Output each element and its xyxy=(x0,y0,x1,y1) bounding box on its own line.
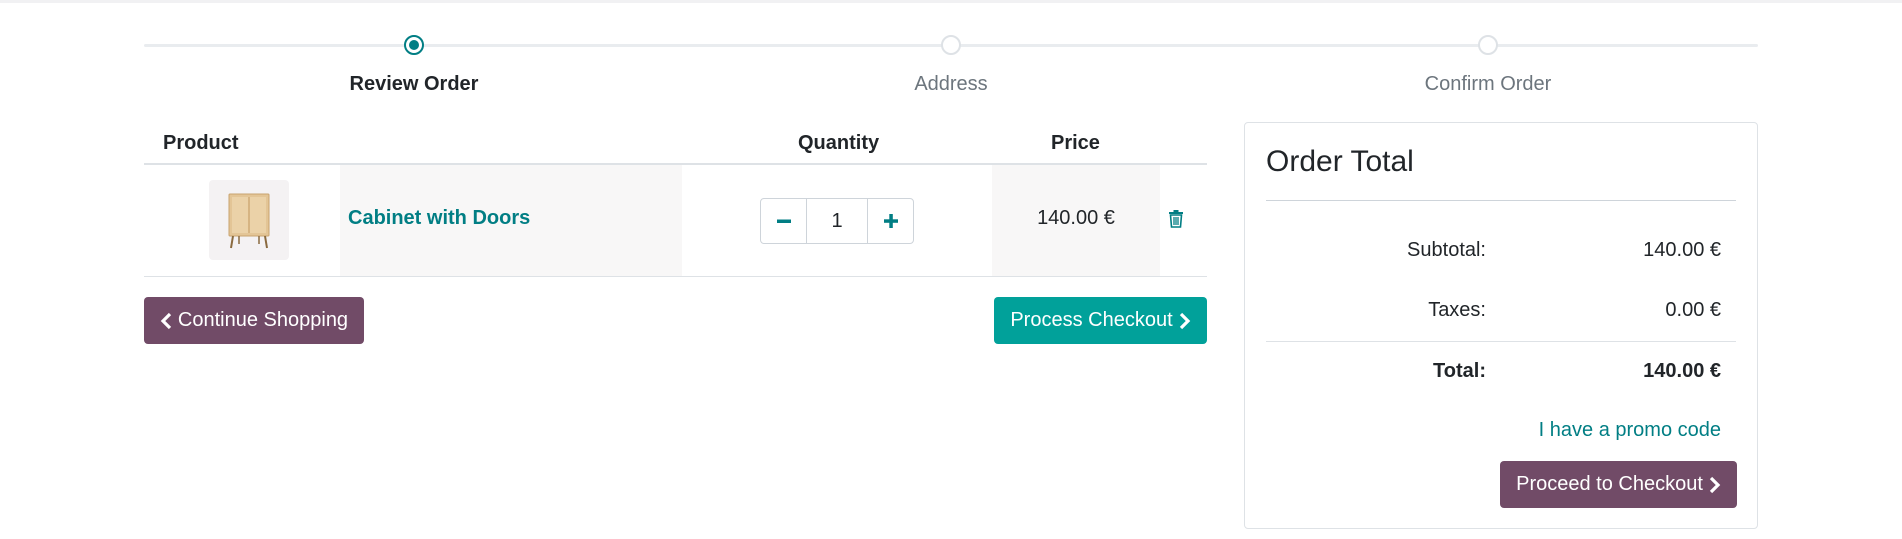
order-total-card: Order Total Subtotal: 140.00 € Taxes: 0.… xyxy=(1244,122,1758,529)
proceed-to-checkout-button[interactable]: Proceed to Checkout xyxy=(1500,461,1737,508)
checkout-progress-wizard: Review Order Address Confirm Order xyxy=(144,30,1758,100)
step-dot xyxy=(1478,35,1498,55)
continue-shopping-button[interactable]: Continue Shopping xyxy=(144,297,364,344)
step-label: Address xyxy=(914,73,988,95)
chevron-left-icon xyxy=(160,312,172,329)
price-cell: 140.00 € xyxy=(992,165,1160,276)
column-header-quantity: Quantity xyxy=(798,132,880,154)
product-name-cell: Cabinet with Doors xyxy=(340,165,682,276)
order-total-title: Order Total xyxy=(1266,145,1414,178)
chevron-right-icon xyxy=(1709,476,1721,493)
quantity-input[interactable] xyxy=(807,199,867,243)
taxes-label: Taxes: xyxy=(1428,299,1486,321)
increase-quantity-button[interactable] xyxy=(867,199,913,243)
remove-item-button[interactable] xyxy=(1164,207,1188,231)
subtotal-label: Subtotal: xyxy=(1407,239,1486,261)
wizard-step-address[interactable]: Address xyxy=(801,30,1101,96)
trash-icon xyxy=(1169,210,1183,228)
quantity-stepper xyxy=(760,198,914,244)
step-label: Confirm Order xyxy=(1424,73,1552,95)
plus-icon xyxy=(883,214,898,228)
wizard-step-review-order[interactable]: Review Order xyxy=(264,30,564,96)
minus-icon xyxy=(776,219,791,223)
promo-code-link[interactable]: I have a promo code xyxy=(1539,419,1721,442)
total-value: 140.00 € xyxy=(1643,360,1721,382)
step-label: Review Order xyxy=(349,73,479,95)
step-dot-active xyxy=(404,35,424,55)
column-header-price: Price xyxy=(1051,132,1100,154)
taxes-value: 0.00 € xyxy=(1665,299,1721,321)
card-divider xyxy=(1266,200,1736,201)
proceed-to-checkout-label: Proceed to Checkout xyxy=(1516,473,1703,495)
step-dot xyxy=(941,35,961,55)
top-border xyxy=(0,0,1902,3)
total-row: Total: 140.00 € xyxy=(1266,341,1736,401)
continue-shopping-label: Continue Shopping xyxy=(177,309,349,331)
process-checkout-button[interactable]: Process Checkout xyxy=(994,297,1207,344)
subtotal-row: Subtotal: 140.00 € xyxy=(1266,221,1736,281)
cart-table: Product Quantity Price Cabinet with Door… xyxy=(144,120,1207,344)
wizard-step-confirm-order[interactable]: Confirm Order xyxy=(1338,30,1638,96)
product-name-link[interactable]: Cabinet with Doors xyxy=(348,207,530,230)
taxes-row: Taxes: 0.00 € xyxy=(1266,281,1736,341)
cabinet-icon xyxy=(228,193,270,249)
decrease-quantity-button[interactable] xyxy=(761,199,807,243)
column-header-product: Product xyxy=(163,132,239,154)
process-checkout-label: Process Checkout xyxy=(1010,309,1173,331)
subtotal-value: 140.00 € xyxy=(1643,239,1721,261)
table-row: Cabinet with Doors 140.00 € xyxy=(144,165,1207,277)
total-label: Total: xyxy=(1433,360,1486,382)
product-price: 140.00 € xyxy=(1037,207,1115,229)
cabinet-image[interactable] xyxy=(209,180,289,260)
chevron-right-icon xyxy=(1179,312,1190,329)
cart-table-header: Product Quantity Price xyxy=(144,120,1207,165)
